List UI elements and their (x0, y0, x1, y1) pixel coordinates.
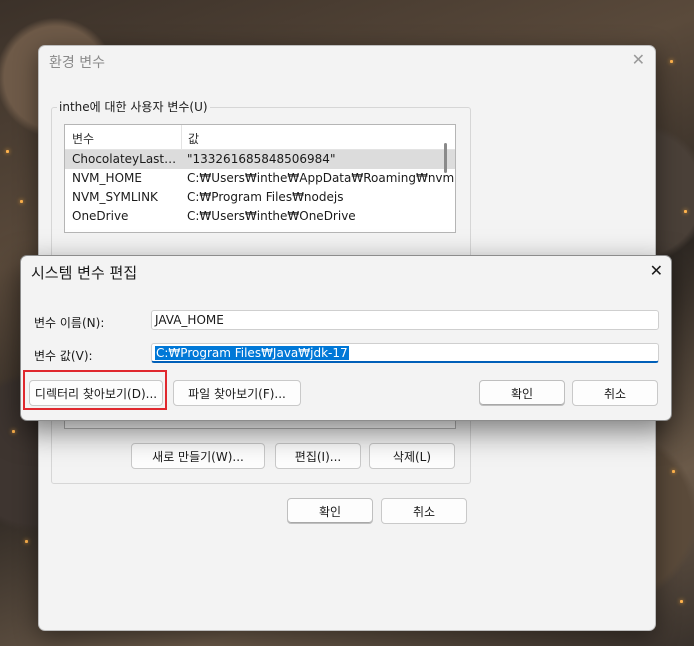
new-system-variable-button[interactable]: 새로 만들기(W)... (131, 443, 265, 469)
dialog-title: 시스템 변수 편집 (31, 264, 138, 282)
row-name: NVM_HOME (72, 171, 142, 185)
row-value: C:₩Program Files₩nodejs (187, 190, 344, 204)
variable-name-input[interactable]: JAVA_HOME (151, 310, 659, 330)
table-header: 변수 값 (65, 125, 455, 150)
row-name: NVM_SYMLINK (72, 190, 158, 204)
column-header-name[interactable]: 변수 (72, 130, 94, 147)
cancel-button[interactable]: 취소 (572, 380, 658, 406)
table-row[interactable]: ChocolateyLastPat... "133261685848506984… (65, 150, 455, 169)
delete-system-variable-button[interactable]: 삭제(L) (369, 443, 455, 469)
variable-value-text: C:₩Program Files₩Java₩jdk-17 (155, 346, 349, 360)
edit-system-variable-button[interactable]: 편집(I)... (275, 443, 361, 469)
cancel-button[interactable]: 취소 (381, 498, 467, 524)
user-variables-table[interactable]: 변수 값 ChocolateyLastPat... "1332616858485… (64, 124, 456, 233)
variable-value-label: 변수 값(V): (34, 349, 93, 363)
row-name: ChocolateyLastPat... (72, 152, 178, 166)
scrollbar-thumb[interactable] (444, 143, 447, 173)
row-value: C:₩Users₩inthe₩OneDrive (187, 209, 356, 223)
window-title: 환경 변수 (49, 55, 105, 71)
row-value: C:₩Users₩inthe₩AppData₩Roaming₩nvm (187, 171, 455, 185)
row-value: "133261685848506984" (187, 152, 336, 166)
close-icon[interactable]: ✕ (632, 50, 645, 69)
table-row[interactable]: NVM_HOME C:₩Users₩inthe₩AppData₩Roaming₩… (65, 169, 455, 188)
ok-button[interactable]: 확인 (287, 498, 373, 524)
table-row[interactable]: NVM_SYMLINK C:₩Program Files₩nodejs (65, 188, 455, 207)
column-header-value[interactable]: 값 (188, 130, 199, 147)
highlight-annotation (23, 370, 167, 410)
table-row[interactable]: OneDrive C:₩Users₩inthe₩OneDrive (65, 207, 455, 226)
close-icon[interactable]: ✕ (650, 261, 663, 280)
user-variables-label: inthe에 대한 사용자 변수(U) (57, 98, 210, 115)
ok-button[interactable]: 확인 (479, 380, 565, 406)
variable-name-label: 변수 이름(N): (34, 316, 105, 330)
row-name: OneDrive (72, 209, 129, 223)
variable-value-input[interactable]: C:₩Program Files₩Java₩jdk-17 (151, 343, 659, 363)
browse-file-button[interactable]: 파일 찾아보기(F)... (173, 380, 301, 406)
